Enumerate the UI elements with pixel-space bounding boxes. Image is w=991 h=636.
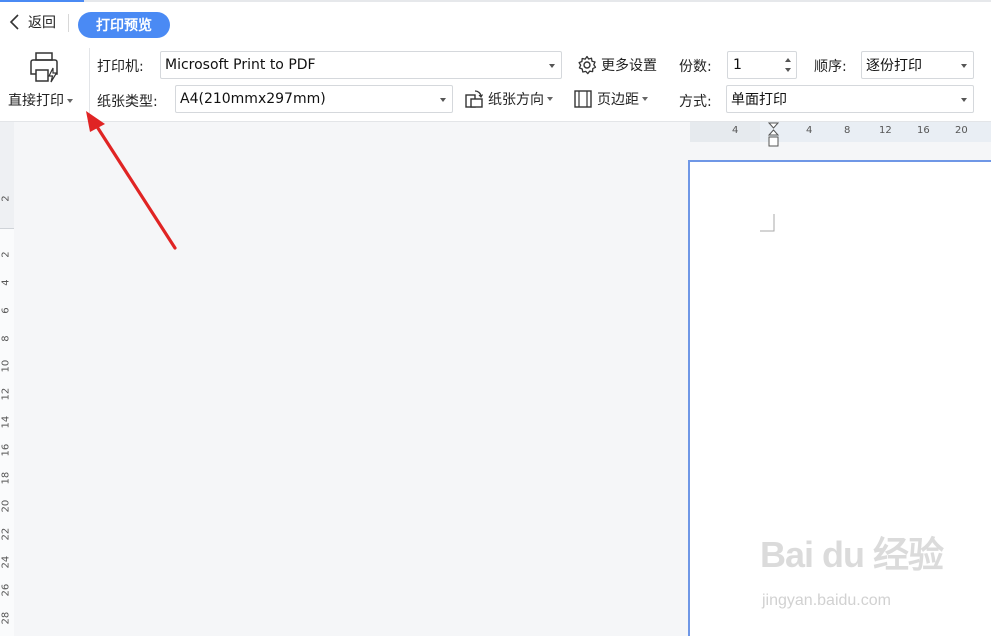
more-settings-label: 更多设置 [601,58,657,74]
title-divider [68,14,69,32]
ruler-margin-boundary [0,228,14,229]
margins-icon [574,90,592,108]
ruler-tick: 12 [879,125,892,136]
page-margins-button[interactable]: 页边距 [573,85,648,113]
ruler-tick: 2 [0,195,12,202]
printer-lightning-icon [30,52,58,83]
ruler-tick: 20 [955,125,968,136]
paper-orientation-label: 纸张方向 [488,92,544,108]
ruler-content-area [0,228,14,636]
page-margins-label: 页边距 [597,92,639,108]
dropdown-arrow-icon [961,98,967,102]
direct-print-button[interactable]: 直接打印 [0,40,88,122]
order-label: 顺序: [814,59,847,75]
dropdown-arrow-icon [549,64,555,68]
paper-type-select[interactable]: A4(210mmx297mm) [175,85,453,113]
ruler-tick: 10 [0,359,12,373]
ruler-tick: 2 [0,251,12,258]
margin-corner-mark [760,214,775,232]
ruler-tick: 22 [0,527,12,541]
ruler-tick: 4 [806,125,813,136]
dropdown-caret-icon [67,99,73,103]
title-bar: 返回 打印预览 [0,2,991,40]
orientation-icon [465,90,484,108]
dropdown-arrow-icon [961,64,967,68]
mode-label: 方式: [679,94,712,110]
dropdown-caret-icon [547,97,553,101]
ruler-tick: 28 [0,611,12,625]
chevron-left-icon [9,14,19,30]
watermark-brand: Bai du 经验 [760,534,944,575]
dropdown-arrow-icon [440,98,446,102]
stepper-down-icon[interactable] [785,68,791,72]
annotation-arrow [86,111,177,250]
paper-orientation-button[interactable]: 纸张方向 [464,85,553,113]
baidu-watermark: Bai du 经验 jingyan.baidu.com [760,526,970,621]
direct-print-label: 直接打印 [8,93,64,109]
ruler-tick: 20 [0,499,12,513]
ruler-tick: 26 [0,583,12,597]
ruler-margin-area [690,122,760,142]
back-button[interactable]: 返回 [8,10,56,34]
ruler-tick: 24 [0,555,12,569]
copies-label: 份数: [679,59,712,75]
ruler-tick: 6 [0,307,12,314]
watermark-url: jingyan.baidu.com [762,592,891,609]
paper-type-label: 纸张类型: [97,94,158,110]
stepper-up-icon[interactable] [785,58,791,62]
paper-type-value: A4(210mmx297mm) [180,91,326,107]
more-settings-button[interactable]: 更多设置 [577,51,657,79]
ruler-tick: 12 [0,387,12,401]
copies-stepper[interactable]: 1 [727,51,797,79]
printer-label: 打印机: [97,59,144,75]
order-value: 逐份打印 [866,58,922,74]
ruler-tick: 4 [732,125,739,136]
gear-icon [578,55,597,75]
ruler-tick: 8 [844,125,851,136]
ruler-tick: 14 [0,415,12,429]
indent-marker-handle[interactable] [768,122,779,148]
copies-value: 1 [733,57,742,73]
ruler-tick: 4 [0,279,12,286]
printer-select[interactable]: Microsoft Print to PDF [160,51,562,79]
duplex-mode-select[interactable]: 单面打印 [726,85,974,113]
back-label: 返回 [28,15,56,31]
order-select[interactable]: 逐份打印 [861,51,974,79]
toolbar-divider [89,48,90,114]
printer-value: Microsoft Print to PDF [165,57,316,73]
dropdown-caret-icon [642,97,648,101]
mode-value: 单面打印 [731,92,787,108]
ruler-tick: 16 [917,125,930,136]
ruler-tick: 16 [0,443,12,457]
ruler-tick: 18 [0,471,12,485]
ruler-tick: 8 [0,335,12,342]
tab-print-preview[interactable]: 打印预览 [78,12,170,38]
